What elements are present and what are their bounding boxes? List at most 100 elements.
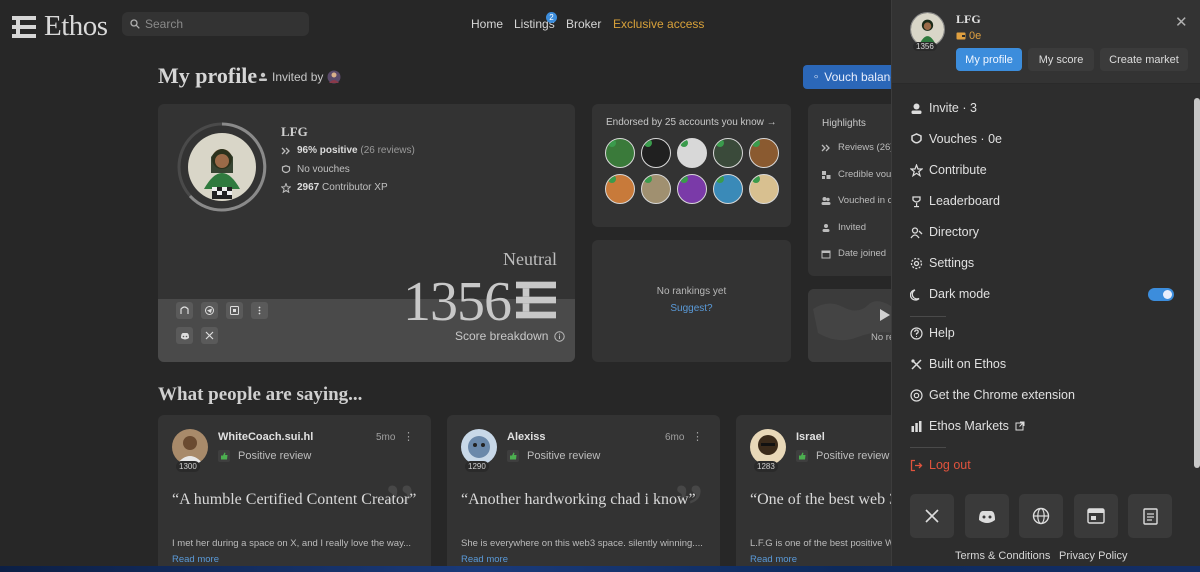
trophy-icon: [910, 195, 923, 208]
invited-by-label: Invited by: [272, 70, 324, 84]
world-map-illustration: [808, 289, 903, 362]
menu-settings[interactable]: Settings: [910, 256, 974, 270]
endorser-avatar[interactable]: [677, 174, 707, 204]
markets-icon: [910, 420, 923, 433]
endorser-avatar[interactable]: [713, 174, 743, 204]
review-quote: “A humble Certified Content Creator”: [172, 491, 417, 508]
ethos-logo[interactable]: Ethos: [12, 10, 108, 43]
inviter-avatar[interactable]: [327, 70, 341, 84]
os-taskbar-strip: [0, 566, 1200, 572]
highlight-reviews[interactable]: Reviews (26): [821, 142, 893, 153]
review-more-icon[interactable]: ⋮: [403, 430, 414, 443]
menu-leaderboard[interactable]: Leaderboard: [910, 194, 1000, 208]
my-profile-button[interactable]: My profile: [956, 48, 1022, 71]
menu-help[interactable]: Help: [910, 326, 955, 340]
score-breakdown-link[interactable]: Score breakdown: [455, 329, 566, 343]
endorser-avatar[interactable]: [641, 138, 671, 168]
help-icon: [910, 326, 923, 340]
endorser-avatar[interactable]: [677, 138, 707, 168]
thumbs-up-icon: [796, 450, 808, 462]
my-score-button[interactable]: My score: [1028, 48, 1094, 71]
suggest-ranking-link[interactable]: Suggest?: [592, 303, 791, 314]
reviewer-avatar[interactable]: [172, 429, 208, 465]
reviewer-score: 1283: [754, 461, 778, 472]
menu-invite[interactable]: Invite · 3: [910, 101, 977, 115]
reviewer-name[interactable]: Alexiss: [507, 431, 546, 443]
score-value: 1356: [403, 271, 512, 333]
rankings-card: No rankings yet Suggest?: [592, 240, 791, 362]
vouch-stack-icon: [822, 170, 831, 179]
vouches-stat: No vouches: [281, 164, 350, 175]
highlight-date-joined[interactable]: Date joined: [821, 248, 886, 259]
invite-icon: [259, 72, 267, 81]
star-icon: [910, 163, 923, 177]
more-socials-icon[interactable]: [251, 302, 268, 319]
dark-mode-toggle[interactable]: [1148, 288, 1174, 301]
menu-directory[interactable]: Directory: [910, 225, 979, 239]
close-icon[interactable]: ✕: [1175, 13, 1188, 31]
reviewer-avatar[interactable]: [461, 429, 497, 465]
menu-chrome-extension[interactable]: Get the Chrome extension: [910, 388, 1075, 402]
positive-stat: 96% positive (26 reviews): [281, 145, 415, 156]
users-icon: [821, 196, 831, 205]
reviewer-name[interactable]: Israel: [796, 431, 825, 443]
endorser-avatar[interactable]: [605, 174, 635, 204]
menu-ethos-markets[interactable]: Ethos Markets: [910, 419, 1025, 433]
menu-log-out[interactable]: Log out: [910, 458, 971, 472]
panel-avatar-score: 1356: [913, 42, 937, 51]
panel-scrollbar[interactable]: [1193, 88, 1200, 572]
endorser-avatar[interactable]: [713, 138, 743, 168]
reviewer-name[interactable]: WhiteCoach.sui.hl: [218, 431, 313, 443]
panel-scroll-thumb[interactable]: [1194, 98, 1200, 468]
social-github-icon[interactable]: [176, 302, 193, 319]
vouch-icon: [814, 74, 818, 79]
reviewer-score: 1290: [465, 461, 489, 472]
highlight-vouched-in[interactable]: Vouched in on: [821, 195, 898, 206]
calendar-icon: [821, 250, 831, 258]
social-x-icon[interactable]: [201, 327, 218, 344]
footer-docs-icon[interactable]: [1128, 494, 1172, 538]
social-telegram-icon[interactable]: [201, 302, 218, 319]
search-box[interactable]: [122, 12, 309, 36]
review-more-icon[interactable]: ⋮: [692, 430, 703, 443]
menu-built-on-ethos[interactable]: Built on Ethos: [910, 357, 1006, 371]
footer-blog-icon[interactable]: [1074, 494, 1118, 538]
read-more-link[interactable]: Read more: [461, 554, 508, 565]
footer-discord-icon[interactable]: [965, 494, 1009, 538]
social-discord-icon[interactable]: [176, 327, 193, 344]
review-card[interactable]: 1290 Alexiss 6mo ⋮ Positive review ” “An…: [447, 415, 720, 572]
footer-website-icon[interactable]: [1019, 494, 1063, 538]
highlights-title: Highlights: [822, 118, 866, 129]
social-farcaster-icon[interactable]: [226, 302, 243, 319]
terms-link[interactable]: Terms & Conditions: [955, 550, 1050, 562]
privacy-link[interactable]: Privacy Policy: [1059, 550, 1127, 562]
endorser-avatar[interactable]: [641, 174, 671, 204]
footer-x-icon[interactable]: [910, 494, 954, 538]
menu-contribute[interactable]: Contribute: [910, 163, 987, 177]
moon-icon: [910, 288, 923, 301]
reviewer-avatar[interactable]: [750, 429, 786, 465]
read-more-link[interactable]: Read more: [750, 554, 797, 565]
endorser-avatar[interactable]: [749, 138, 779, 168]
external-link-icon: [1015, 421, 1025, 431]
endorser-avatar[interactable]: [749, 174, 779, 204]
create-market-button[interactable]: Create market: [1100, 48, 1188, 71]
review-card[interactable]: 1300 WhiteCoach.sui.hl 5mo ⋮ Positive re…: [158, 415, 431, 572]
reviews-count[interactable]: (26 reviews): [360, 145, 414, 156]
section-title-saying: What people are saying...: [158, 384, 363, 405]
endorsed-title[interactable]: Endorsed by 25 accounts you know →: [606, 117, 777, 128]
nav-exclusive-access[interactable]: Exclusive access: [613, 17, 704, 31]
media-card[interactable]: No re: [808, 289, 903, 362]
nav-home[interactable]: Home: [471, 17, 503, 31]
positive-pct: 96% positive: [297, 145, 358, 156]
wallet-icon: [956, 32, 966, 40]
highlight-invited[interactable]: Invited: [821, 222, 866, 233]
vouch-balance-button[interactable]: Vouch balance: [803, 65, 903, 89]
invited-by[interactable]: Invited by: [258, 70, 341, 84]
search-input[interactable]: [145, 17, 295, 31]
read-more-link[interactable]: Read more: [172, 554, 219, 565]
endorser-avatar[interactable]: [605, 138, 635, 168]
menu-vouches[interactable]: Vouches · 0e: [910, 132, 1002, 146]
ethos-logo-icon: [12, 15, 36, 38]
nav-broker[interactable]: Broker: [566, 17, 601, 31]
